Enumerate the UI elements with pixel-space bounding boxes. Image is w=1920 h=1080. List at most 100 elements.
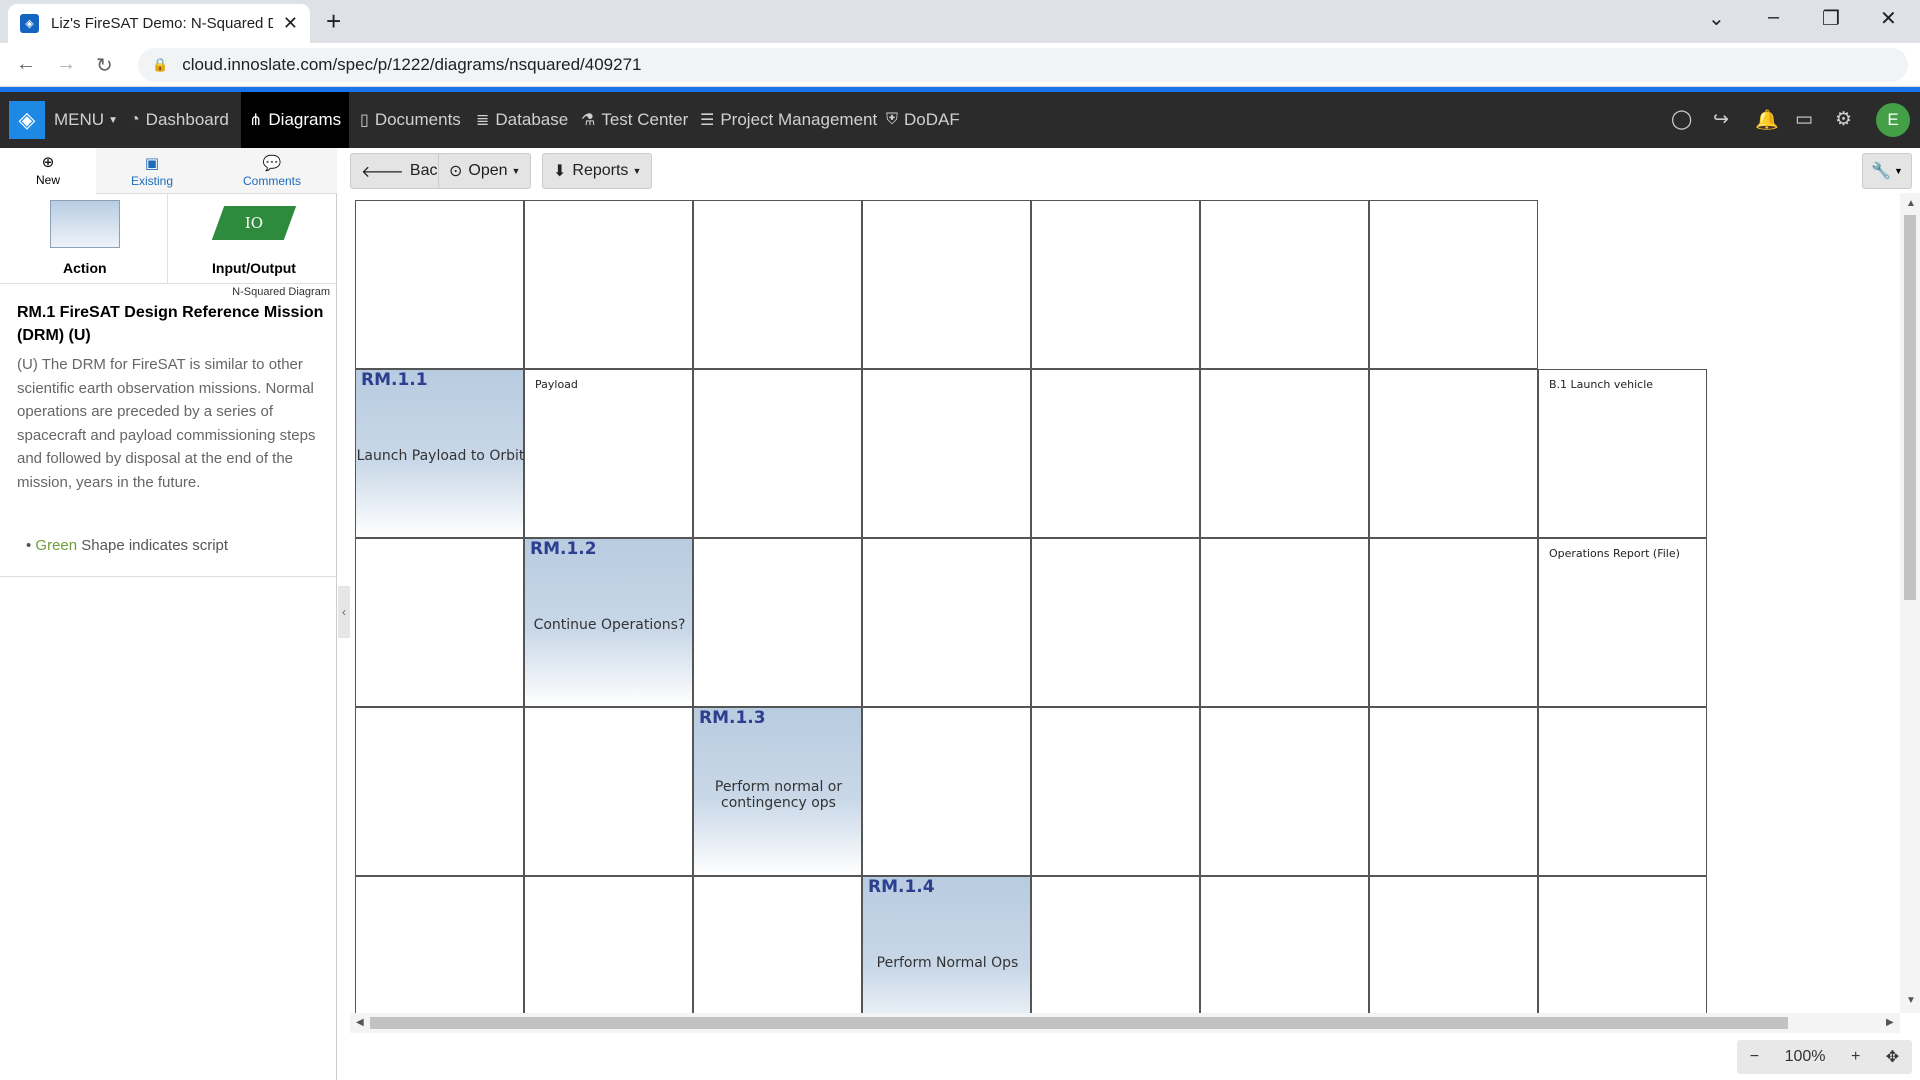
nav-dodaf[interactable]: ⛨ DoDAF (878, 92, 968, 148)
tab-title: Liz's FireSAT Demo: N-Squared D (51, 15, 273, 32)
close-tab-icon[interactable]: ✕ (283, 13, 298, 34)
nav-project-management-label: Project Management (720, 110, 878, 129)
io-cell[interactable]: Operations Report (File) (1538, 538, 1707, 707)
zoom-control: − 100% + ✥ (1737, 1040, 1912, 1074)
grid-cell (1031, 538, 1200, 707)
app-navbar: ◈ MENU ▼ ◔ Dashboard ⋔ Diagrams ▯ Docume… (0, 92, 1920, 148)
caret-down-icon: ▼ (632, 166, 642, 176)
zoom-out-icon[interactable]: − (1750, 1048, 1759, 1066)
innoslate-favicon-icon: ◈ (20, 14, 39, 33)
diagram-title: RM.1 FireSAT Design Reference Mission (D… (17, 304, 324, 344)
io-cell[interactable]: B.1 Launch vehicle (1538, 369, 1707, 538)
tab-existing[interactable]: ▣ Existing (106, 148, 198, 194)
action-cell[interactable]: RM.1.1 Launch Payload to Orbit (355, 369, 524, 538)
gear-icon[interactable]: ⚙ (1835, 108, 1852, 131)
database-icon: ≣ (476, 112, 490, 129)
address-bar: ← → ↻ 🔒 cloud.innoslate.com/spec/p/1222/… (0, 43, 1920, 87)
reports-dropdown[interactable]: ⬇ Reports ▼ (542, 153, 653, 189)
io-label-ops-report: Operations Report (File) (1549, 547, 1680, 560)
scroll-up-icon[interactable]: ▲ (1906, 198, 1916, 209)
io-shape-text: IO (244, 214, 264, 232)
caret-down-icon: ▼ (1894, 166, 1903, 176)
tab-comments[interactable]: 💬 Comments (228, 148, 316, 194)
action-number: RM.1.1 (361, 370, 428, 390)
action-number: RM.1.4 (868, 877, 935, 897)
diagram-description: (U) The DRM for FireSAT is similar to ot… (17, 356, 316, 491)
close-window-icon[interactable]: ✕ (1880, 6, 1897, 31)
legend-rest: Shape indicates script (77, 537, 229, 554)
nav-diagrams[interactable]: ⋔ Diagrams (241, 92, 350, 148)
share-icon[interactable]: ↪ (1713, 108, 1729, 131)
horizontal-scroll-thumb[interactable] (370, 1017, 1788, 1029)
open-label: Open (468, 162, 508, 179)
io-label-launch-vehicle: B.1 Launch vehicle (1549, 378, 1654, 391)
browser-tab-bar: ◈ Liz's FireSAT Demo: N-Squared D ✕ + ⌄ … (0, 0, 1920, 43)
menu-label: MENU (54, 110, 105, 129)
grid-cell (524, 200, 693, 369)
nav-test-center[interactable]: ⚗ Test Center (573, 92, 696, 148)
diagram-toolbar: 🡐 Back ⊙ Open ▼ ⬇ Reports ▼ 🔧 ▼ (350, 148, 1920, 193)
io-cell[interactable]: Payload (524, 369, 693, 538)
scroll-down-icon[interactable]: ▼ (1906, 995, 1916, 1006)
nav-project-management[interactable]: ☰ Project Management (692, 92, 885, 148)
action-cell[interactable]: RM.1.2 Continue Operations? (524, 538, 693, 707)
action-cell[interactable]: RM.1.3 Perform normal or contingency ops (693, 707, 862, 876)
caret-down-icon: ▼ (108, 114, 118, 126)
collapse-panel-handle[interactable]: ‹ (338, 586, 350, 638)
back-arrow-icon[interactable]: ← (16, 53, 36, 76)
dashboard-icon: ◔ (130, 111, 140, 128)
scroll-left-icon[interactable]: ◀ (356, 1017, 364, 1028)
nav-documents[interactable]: ▯ Documents (352, 92, 469, 148)
action-shape-item[interactable] (50, 200, 120, 248)
tab-comments-label: Comments (242, 174, 301, 188)
shield-icon: ⛨ (886, 111, 899, 128)
folder-icon[interactable]: ▭ (1795, 108, 1813, 131)
tab-search-icon[interactable]: ⌄ (1708, 6, 1725, 31)
action-cell[interactable]: RM.1.4 Perform Normal Ops (862, 876, 1031, 1013)
tab-new-label: New (35, 173, 60, 187)
wrench-dropdown[interactable]: 🔧 ▼ (1862, 153, 1912, 189)
reload-icon[interactable]: ↻ (96, 53, 113, 78)
grid-cell (524, 876, 693, 1013)
palette-divider (167, 194, 168, 284)
plus-circle-icon: ⊕ (41, 154, 55, 171)
nav-dashboard[interactable]: ◔ Dashboard (122, 92, 237, 148)
action-name: Perform normal or contingency ops (714, 779, 843, 811)
fit-to-screen-icon[interactable]: ✥ (1886, 1047, 1899, 1067)
grid-cell (1538, 707, 1707, 876)
url-field[interactable]: 🔒 cloud.innoslate.com/spec/p/1222/diagra… (138, 48, 1908, 82)
diagram-canvas[interactable]: RM.1.1 Launch Payload to Orbit Payload B… (350, 193, 1900, 1013)
action-number: RM.1.3 (699, 708, 766, 728)
grid-cell (355, 707, 524, 876)
vertical-scroll-thumb[interactable] (1904, 215, 1916, 600)
zoom-in-icon[interactable]: + (1851, 1048, 1860, 1066)
forward-arrow-icon[interactable]: → (56, 53, 76, 76)
grid-cell (1200, 200, 1369, 369)
grid-cell (1369, 369, 1538, 538)
archive-icon: ▣ (144, 155, 160, 172)
chat-icon[interactable]: ◯ (1671, 108, 1692, 131)
panel-separator (0, 576, 337, 577)
horizontal-scrollbar[interactable]: ◀ ▶ (350, 1013, 1900, 1033)
grid-cell (1200, 707, 1369, 876)
innoslate-logo-icon[interactable]: ◈ (9, 101, 45, 139)
browser-tab[interactable]: ◈ Liz's FireSAT Demo: N-Squared D ✕ (8, 4, 310, 43)
grid-cell (693, 200, 862, 369)
wrench-icon: 🔧 (1871, 163, 1891, 180)
lock-icon: 🔒 (152, 57, 169, 72)
scroll-right-icon[interactable]: ▶ (1886, 1017, 1894, 1028)
new-tab-icon[interactable]: + (326, 6, 341, 37)
url-text: cloud.innoslate.com/spec/p/1222/diagrams… (182, 55, 642, 74)
menu-dropdown[interactable]: MENU ▼ (46, 92, 126, 148)
open-dropdown[interactable]: ⊙ Open ▼ (438, 153, 532, 189)
legend-green-word: Green (35, 537, 78, 554)
restore-icon[interactable]: ❐ (1822, 6, 1840, 31)
nav-database[interactable]: ≣ Database (468, 92, 576, 148)
bell-icon[interactable]: 🔔 (1755, 108, 1779, 132)
tab-new[interactable]: ⊕ New (0, 148, 96, 194)
grid-cell (1369, 876, 1538, 1013)
minimize-icon[interactable]: – (1768, 6, 1779, 29)
avatar[interactable]: E (1876, 103, 1910, 137)
vertical-scrollbar[interactable]: ▲ ▼ (1900, 193, 1920, 1013)
open-icon: ⊙ (449, 163, 463, 180)
